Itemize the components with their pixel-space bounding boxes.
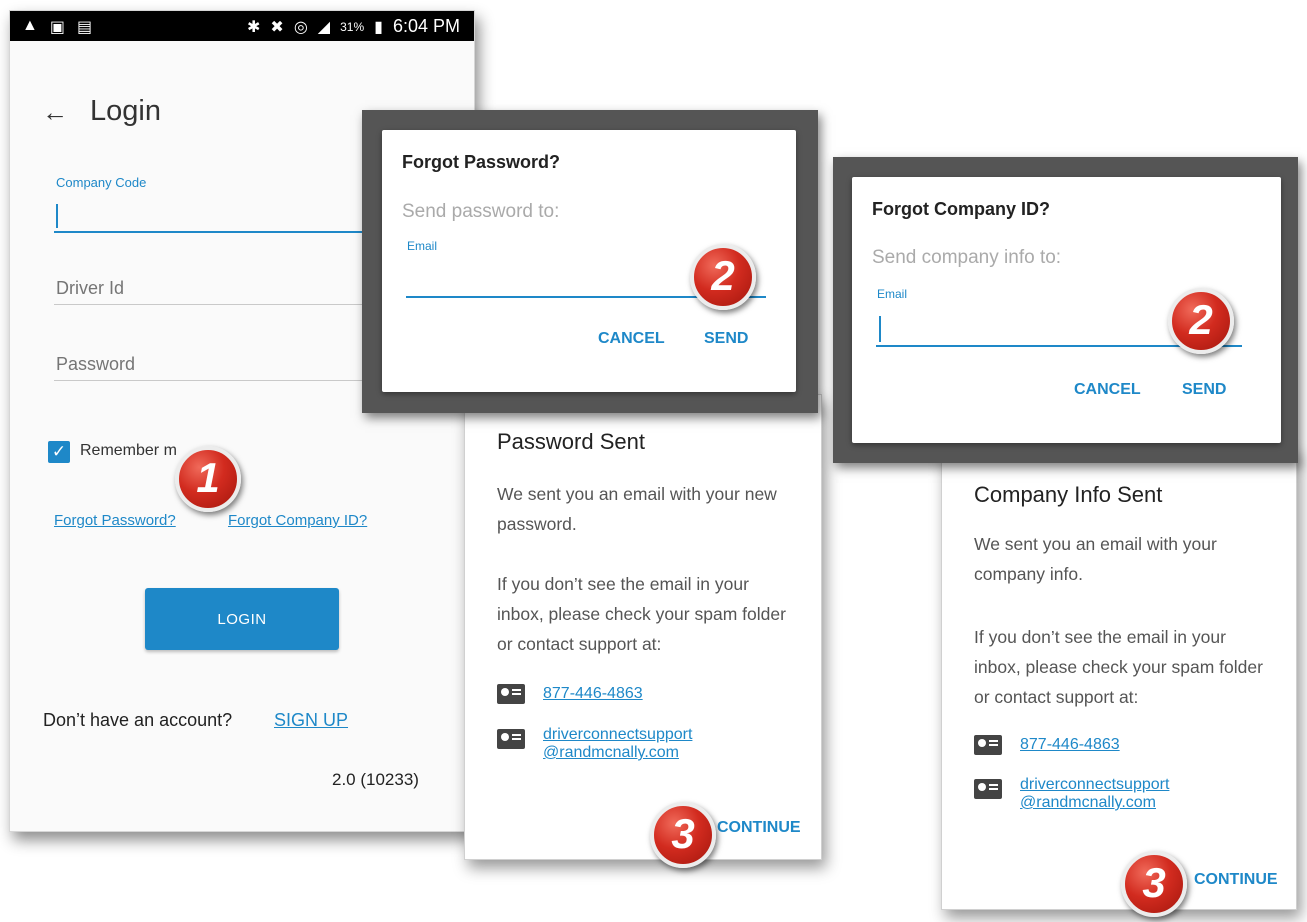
support-phone-link[interactable]: 877-446-4863 bbox=[543, 685, 643, 703]
email-contact-icon bbox=[497, 729, 525, 749]
company-continue-button[interactable]: CONTINUE bbox=[1194, 871, 1278, 889]
page-title: Login bbox=[90, 95, 161, 127]
email-label: Email bbox=[877, 287, 908, 301]
cancel-button[interactable]: CANCEL bbox=[1074, 381, 1141, 399]
phone-contact-icon bbox=[497, 684, 525, 704]
login-button[interactable]: LOGIN bbox=[145, 588, 339, 650]
email-label: Email bbox=[407, 239, 438, 253]
no-account-text: Don’t have an account? bbox=[43, 710, 233, 730]
company-sent-screen: Company Info Sent We sent you an email w… bbox=[941, 447, 1297, 910]
warning-icon: ▲ bbox=[22, 17, 38, 34]
support-email-link[interactable]: driverconnectsupport @randmcnally.com bbox=[1020, 776, 1169, 812]
briefcase-icon: ▤ bbox=[76, 19, 93, 36]
company-code-input[interactable] bbox=[54, 199, 374, 233]
remember-me-label: Remember m bbox=[80, 442, 177, 459]
cancel-button[interactable]: CANCEL bbox=[598, 330, 665, 348]
send-button[interactable]: SEND bbox=[1182, 381, 1226, 399]
step-2-badge: 2 bbox=[1168, 288, 1234, 354]
sign-up-link[interactable]: SIGN UP bbox=[274, 710, 348, 731]
step-3-badge: 3 bbox=[1121, 851, 1187, 917]
support-email-line1: driverconnectsupport bbox=[543, 726, 693, 743]
support-phone-link[interactable]: 877-446-4863 bbox=[1020, 736, 1120, 754]
mute-icon: ✖ bbox=[270, 18, 284, 36]
step-3-badge: 3 bbox=[650, 802, 716, 868]
dialog-title: Forgot Password? bbox=[402, 152, 561, 172]
app-version: 2.0 (10233) bbox=[332, 770, 419, 789]
company-sent-message: We sent you an email with your company i… bbox=[974, 534, 1217, 584]
password-sent-screen: Password Sent We sent you an email with … bbox=[464, 394, 822, 860]
password-sent-title: Password Sent bbox=[497, 429, 645, 454]
email-contact-icon bbox=[974, 779, 1002, 799]
dialog-title: Forgot Company ID? bbox=[872, 199, 1050, 219]
step-1-badge: 1 bbox=[175, 446, 241, 512]
dialog-subtitle: Send company info to: bbox=[872, 247, 1062, 268]
status-bar: ▲ ▣ ▤ ✱ ✖ ◎ ◢ 31% ▮ 6:04 PM bbox=[10, 11, 474, 41]
support-email-line2: @randmcnally.com bbox=[543, 744, 679, 761]
text-cursor bbox=[56, 204, 58, 228]
driver-id-input[interactable] bbox=[54, 273, 374, 305]
password-sent-message: We sent you an email with your new passw… bbox=[497, 484, 777, 534]
company-sent-title: Company Info Sent bbox=[974, 482, 1163, 507]
forgot-password-link[interactable]: Forgot Password? bbox=[54, 512, 176, 529]
dialog-subtitle: Send password to: bbox=[402, 201, 560, 222]
step-2-badge: 2 bbox=[690, 244, 756, 310]
send-button[interactable]: SEND bbox=[704, 330, 748, 348]
company-code-label: Company Code bbox=[56, 175, 147, 190]
back-arrow-icon[interactable]: ← bbox=[42, 97, 68, 128]
battery-icon: ▮ bbox=[374, 18, 383, 36]
support-email-line1: driverconnectsupport bbox=[1020, 776, 1170, 793]
forgot-company-id-link[interactable]: Forgot Company ID? bbox=[228, 512, 367, 529]
password-continue-button[interactable]: CONTINUE bbox=[717, 819, 801, 837]
sim-icon: ▣ bbox=[49, 19, 65, 36]
text-cursor bbox=[879, 316, 881, 342]
support-email-line2: @randmcnally.com bbox=[1020, 794, 1156, 811]
password-input[interactable] bbox=[54, 349, 374, 381]
signal-icon: ◢ bbox=[317, 18, 331, 36]
battery-level: 31% bbox=[340, 19, 365, 34]
clock: 6:04 PM bbox=[392, 16, 460, 36]
phone-contact-icon bbox=[974, 735, 1002, 755]
wifi-icon: ◎ bbox=[293, 18, 308, 36]
company-sent-help: If you don’t see the email in your inbox… bbox=[974, 627, 1263, 707]
bluetooth-icon: ✱ bbox=[247, 18, 261, 36]
remember-me-checkbox[interactable]: ✓ bbox=[48, 441, 70, 463]
support-email-link[interactable]: driverconnectsupport @randmcnally.com bbox=[543, 726, 692, 762]
password-sent-help: If you don’t see the email in your inbox… bbox=[497, 574, 786, 654]
